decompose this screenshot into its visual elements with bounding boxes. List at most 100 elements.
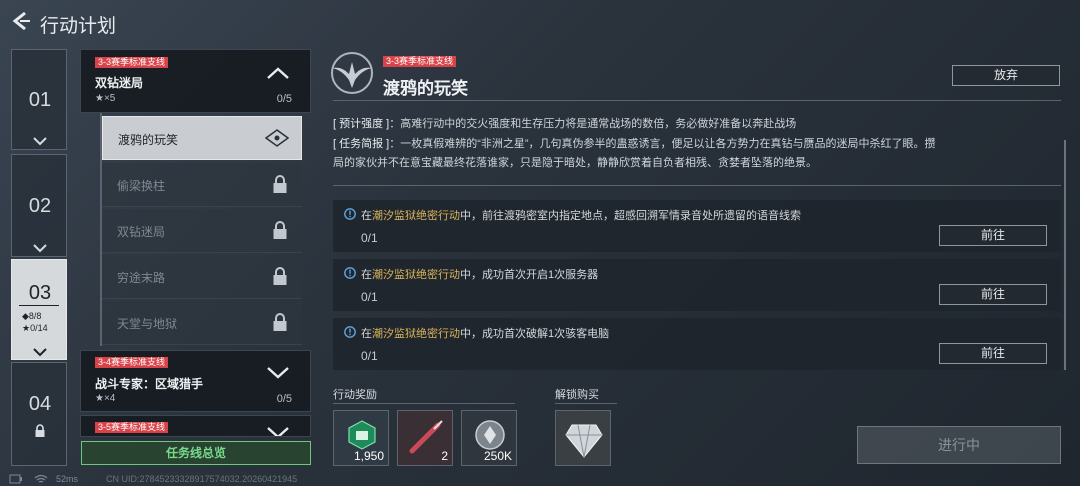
lock-icon: [273, 267, 287, 285]
submission-label: 双钻迷局: [117, 225, 166, 239]
mission-card-combat-expert[interactable]: 3-4赛季标准支线 战斗专家：区域猎手 ★×4 0/5: [80, 350, 311, 412]
chapter-number: 03: [28, 282, 52, 304]
lock-icon: [273, 221, 287, 239]
brief-label: [ 任务简报 ]: [333, 138, 390, 150]
chapter-diamond-count: ◆8/8: [22, 311, 42, 321]
raven-emblem-icon: [331, 52, 373, 94]
objective-count: 0/1: [361, 290, 378, 304]
divider: [333, 185, 1061, 186]
chevron-up-icon: [267, 67, 289, 79]
mission-name: 战斗专家：区域猎手: [95, 377, 204, 391]
submission-locked-3[interactable]: 穷途末路: [102, 255, 302, 299]
objective-description: 中，前往渡鸦密室内指定地点，超感回溯军情录音处所遗留的语音线索: [460, 210, 801, 222]
season-tag: 3-5赛季标准支线: [95, 422, 169, 433]
reward-item-syringe[interactable]: 2: [397, 410, 453, 466]
objective-text: 在潮汐监狱绝密行动中，成功首次开启1次服务器: [361, 266, 598, 282]
intensity-label: [ 预计强度 ]: [333, 118, 390, 130]
info-icon: [344, 267, 356, 279]
intensity-text: ：高难行动中的交火强度和生存压力将是通常战场的数倍，务必做好准备以奔赴战场: [389, 118, 797, 130]
objective-row: 在潮汐监狱绝密行动中，成功首次破解1次骇客电脑 0/1 前往: [333, 318, 1061, 370]
submission-label: 穷途末路: [117, 271, 166, 285]
chapter-tab-01[interactable]: 01: [11, 49, 67, 150]
divider: [555, 403, 617, 404]
intensity-line: [ 预计强度 ]：高难行动中的交火强度和生存压力将是通常战场的数倍，务必做好准备…: [333, 115, 796, 131]
objective-text: 在潮汐监狱绝密行动中，成功首次破解1次骇客电脑: [361, 325, 609, 341]
battery-icon: [9, 474, 22, 484]
mission-card-partial[interactable]: 3-5赛季标准支线: [80, 415, 311, 437]
season-tag: 3-3赛季标准支线: [95, 57, 169, 68]
wifi-icon: [34, 474, 48, 483]
chapter-tab-02[interactable]: 02: [11, 154, 67, 257]
reward-item-token[interactable]: 1,950: [333, 410, 389, 466]
submission-locked-2[interactable]: 双钻迷局: [102, 209, 302, 253]
target-diamond-icon: [265, 129, 289, 147]
objective-prefix: 在: [361, 328, 372, 340]
mission-overview-button[interactable]: 任务线总览: [81, 441, 311, 465]
brief-line: [ 任务简报 ]：一枚真假难辨的“非洲之星”，几句真伪参半的蛊惑诱言，便足以让各…: [333, 135, 936, 151]
objective-prefix: 在: [361, 210, 372, 222]
brief-text: ：一枚真假难辨的“非洲之星”，几句真伪参半的蛊惑诱言，便足以让各方势力在真钻与赝…: [389, 138, 936, 150]
abandon-button[interactable]: 放弃: [952, 65, 1060, 86]
chapter-number: 04: [28, 393, 52, 415]
lock-icon: [273, 313, 287, 331]
rewards-label: 行动奖励: [333, 389, 377, 401]
info-icon: [344, 326, 356, 338]
divider: [19, 305, 59, 306]
uid-text: CN UID:27845233328917574032.20260421945: [106, 474, 298, 484]
chapter-star-count: ★0/14: [22, 323, 48, 333]
in-progress-button[interactable]: 进行中: [857, 426, 1061, 464]
reward-quantity: 1,950: [353, 449, 384, 463]
objective-count: 0/1: [361, 349, 378, 363]
mission-detail-title: 渡鸦的玩笑: [383, 79, 468, 98]
ping-text: 52ms: [56, 474, 79, 484]
reward-quantity: 250K: [483, 449, 512, 463]
brief-text-continued: 局的家伙并不在意宝藏最终花落谁家，只是隐于暗处，静静欣赏着自负者相残、贪婪者坠落…: [333, 157, 817, 169]
mission-card-double-diamond[interactable]: 3-3赛季标准支线 双钻迷局 ★×5 0/5: [80, 49, 311, 113]
submission-raven-joke[interactable]: 渡鸦的玩笑: [102, 116, 302, 160]
mission-name: 双钻迷局: [95, 76, 144, 90]
objective-description: 中，成功首次开启1次服务器: [460, 269, 599, 281]
diamond-gem-icon: [565, 424, 603, 458]
chapter-tab-04[interactable]: 04: [11, 362, 67, 466]
chevron-down-icon: [33, 137, 47, 146]
objective-location: 潮汐监狱绝密行动: [372, 269, 460, 281]
go-button[interactable]: 前往: [939, 343, 1047, 364]
chapter-number: 02: [28, 195, 52, 217]
objective-location: 潮汐监狱绝密行动: [372, 328, 460, 340]
go-button[interactable]: 前往: [939, 284, 1047, 305]
mission-stars: ★×4: [95, 393, 116, 404]
mission-progress: 0/5: [276, 93, 292, 105]
chevron-down-icon: [33, 244, 47, 253]
back-arrow-icon[interactable]: [10, 10, 32, 32]
chevron-down-icon: [267, 427, 289, 436]
lock-icon: [35, 424, 45, 437]
objective-row: 在潮汐监狱绝密行动中，成功首次开启1次服务器 0/1 前往: [333, 259, 1061, 311]
objective-count: 0/1: [361, 231, 378, 245]
info-icon: [344, 208, 356, 220]
chapter-tab-03[interactable]: 03 ◆8/8 ★0/14: [11, 259, 67, 360]
scrollbar[interactable]: [1064, 140, 1066, 370]
syringe-icon: [409, 420, 443, 454]
objective-location: 潮汐监狱绝密行动: [372, 210, 460, 222]
submission-locked-4[interactable]: 天堂与地狱: [102, 301, 302, 345]
submission-label: 渡鸦的玩笑: [118, 133, 179, 147]
objective-description: 中，成功首次破解1次骇客电脑: [460, 328, 610, 340]
chevron-down-icon: [267, 367, 289, 379]
submission-label: 天堂与地狱: [117, 317, 178, 331]
go-button[interactable]: 前往: [939, 225, 1047, 246]
chapter-number: 01: [28, 89, 52, 111]
lock-icon: [273, 175, 287, 193]
submission-locked-1[interactable]: 偷梁换柱: [102, 163, 302, 207]
objective-text: 在潮汐监狱绝密行动中，前往渡鸦密室内指定地点，超感回溯军情录音处所遗留的语音线索: [361, 207, 801, 223]
objective-row: 在潮汐监狱绝密行动中，前往渡鸦密室内指定地点，超感回溯军情录音处所遗留的语音线索…: [333, 200, 1061, 252]
unlock-item-diamond[interactable]: [555, 410, 611, 466]
currency-coin-icon: [475, 420, 505, 450]
season-tag: 3-4赛季标准支线: [95, 357, 169, 368]
reward-item-coin[interactable]: 250K: [461, 410, 517, 466]
green-badge-icon: [348, 420, 376, 450]
objective-prefix: 在: [361, 269, 372, 281]
season-tag: 3-3赛季标准支线: [383, 56, 457, 67]
submission-label: 偷梁换柱: [117, 179, 166, 193]
divider: [333, 100, 1061, 101]
divider: [333, 403, 515, 404]
